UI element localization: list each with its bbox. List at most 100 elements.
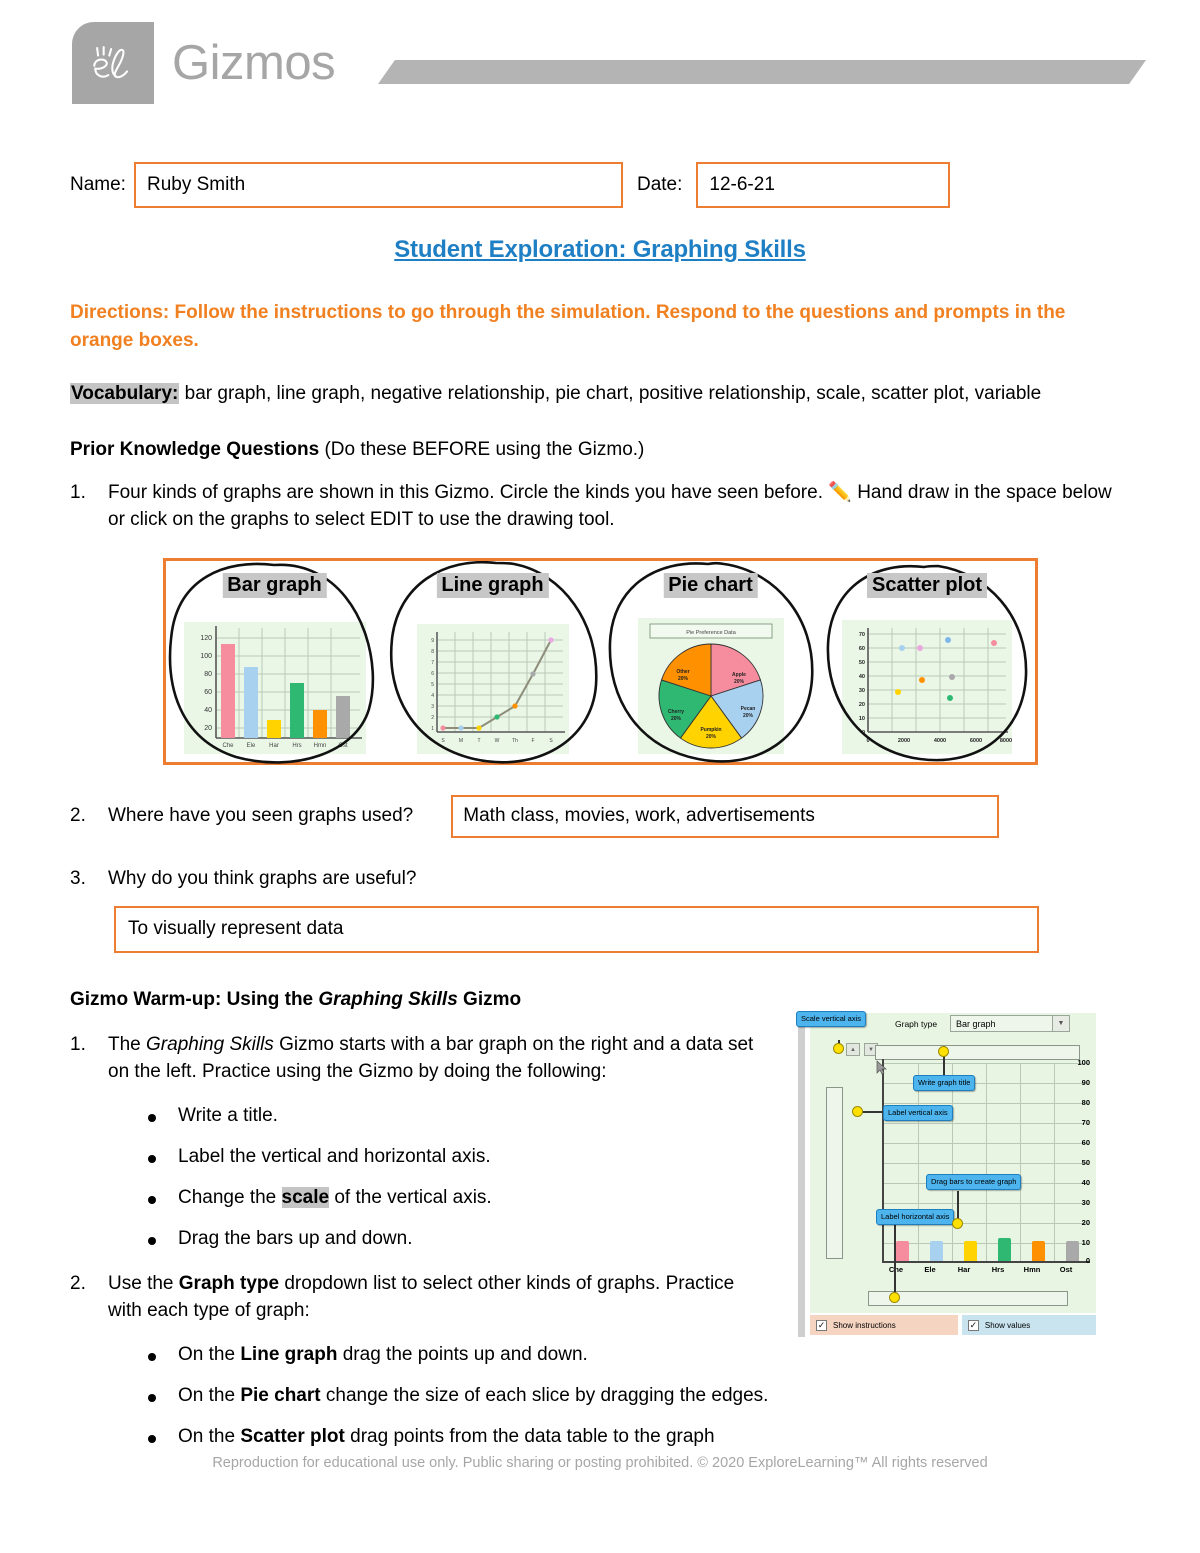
figure-cell-line-graph[interactable]: Line graph 987 654 3 2 1 S M T W Th F S: [384, 560, 602, 764]
bullet-text: On the Line graph drag the points up and…: [178, 1344, 588, 1366]
four-graphs-figure[interactable]: Bar graph 120 100 80 60 40 20 Che Ele Ha…: [162, 557, 1038, 765]
x-tick-label: Che: [888, 1265, 904, 1274]
svg-text:Hrs: Hrs: [292, 743, 301, 749]
svg-text:Pie Preference Data: Pie Preference Data: [686, 630, 736, 636]
svg-text:80: 80: [204, 671, 212, 678]
bullet-dot-icon: [148, 1434, 156, 1443]
warmup-heading-b: Gizmo: [457, 988, 522, 1010]
callout-write-graph-title[interactable]: Write graph title: [913, 1075, 976, 1091]
q1-number: 1.: [70, 481, 86, 503]
drag-handle-scale-vertical-axis[interactable]: [833, 1043, 844, 1054]
date-input[interactable]: 12-6-21: [696, 162, 951, 208]
warmup-2-text: Use the Graph type dropdown list to sele…: [108, 1270, 770, 1325]
prior-knowledge-list: 1. Four kinds of graphs are shown in thi…: [70, 480, 1130, 534]
svg-text:3: 3: [431, 704, 434, 710]
chart-bar[interactable]: [1066, 1241, 1079, 1261]
chart-bar[interactable]: [930, 1241, 943, 1261]
svg-text:20%: 20%: [705, 734, 716, 740]
bullet-text-bold: Scatter plot: [240, 1425, 345, 1447]
figure-label-pie-chart: Pie chart: [663, 572, 758, 598]
graph-type-dropdown[interactable]: Bar graph ▼: [950, 1015, 1070, 1032]
svg-text:Th: Th: [512, 738, 518, 744]
name-date-row: Name: Ruby Smith Date: 12-6-21: [70, 162, 1130, 208]
chevron-down-icon[interactable]: ▼: [1052, 1016, 1069, 1031]
header-banner-bar: [378, 60, 1146, 84]
show-values-checkbox[interactable]: ✓ Show values: [961, 1315, 1096, 1335]
bullet-text: Drag the bars up and down.: [178, 1228, 413, 1250]
q3-answer-input[interactable]: To visually represent data: [114, 905, 1039, 953]
vertical-axis-label-input[interactable]: [826, 1087, 843, 1259]
triangle-up-icon: ▲: [850, 1046, 856, 1053]
figure-label-scatter-plot: Scatter plot: [866, 572, 988, 598]
callout-scale-vertical-axis[interactable]: Scale vertical axis: [796, 1011, 867, 1027]
graph-type-value: Bar graph: [956, 1018, 996, 1029]
figure-cell-scatter-plot[interactable]: Scatter plot 70 60 50 40 30 20 10 0 0 20…: [820, 561, 1035, 762]
warmup-heading: Gizmo Warm-up: Using the Graphing Skills…: [70, 989, 770, 1011]
chart-bar[interactable]: [896, 1241, 909, 1261]
warmup-2-bullets: On the Line graph drag the points up and…: [70, 1344, 770, 1448]
svg-text:Cherry: Cherry: [667, 709, 683, 715]
svg-text:40: 40: [204, 707, 212, 714]
svg-text:2: 2: [431, 715, 434, 721]
bullet-text-highlight: scale: [281, 1186, 330, 1208]
figure-cell-bar-graph[interactable]: Bar graph 120 100 80 60 40 20 Che Ele Ha…: [166, 561, 384, 764]
svg-text:6000: 6000: [970, 738, 982, 744]
callout-label-horizontal-axis[interactable]: Label horizontal axis: [876, 1209, 955, 1225]
gizmo-screenshot[interactable]: Graph type Bar graph ▼ ▲ ▼ 100 90 80 70 …: [790, 1011, 1096, 1343]
svg-text:5: 5: [431, 682, 434, 688]
question-2-row: 2. Where have you seen graphs used? Math…: [70, 794, 1130, 838]
chart-bar[interactable]: [964, 1241, 977, 1261]
graph-title-input[interactable]: [875, 1045, 1080, 1060]
chart-bar[interactable]: [998, 1238, 1011, 1261]
drag-handle-vertical-axis-label[interactable]: [852, 1106, 863, 1117]
mini-line-chart: 987 654 321 SMT W Th F S: [416, 623, 569, 754]
svg-text:2000: 2000: [898, 738, 910, 744]
gizmo-bar-chart[interactable]: 100 90 80 70 60 50 40 30 20 10 0 Che Ele…: [854, 1058, 1090, 1279]
bullet-dot-icon: [148, 1195, 156, 1204]
checkmark-icon: ✓: [816, 1319, 827, 1331]
name-label: Name:: [70, 174, 126, 195]
svg-text:Pecan: Pecan: [740, 706, 755, 712]
bullet-text-bold: Line graph: [240, 1343, 338, 1365]
bullet-text-bold: Pie chart: [240, 1384, 321, 1406]
bullet-text-a: Write a title.: [178, 1104, 278, 1126]
svg-text:7: 7: [431, 660, 434, 666]
gizmo-canvas[interactable]: Graph type Bar graph ▼ ▲ ▼ 100 90 80 70 …: [796, 1011, 1096, 1313]
callout-drag-bars[interactable]: Drag bars to create graph: [926, 1174, 1022, 1190]
q2-answer-input[interactable]: Math class, movies, work, advertisements: [451, 794, 1000, 838]
svg-text:20%: 20%: [677, 676, 688, 682]
directions-text: Directions: Follow the instructions to g…: [70, 302, 1066, 351]
gizmos-logo-tile: [72, 22, 154, 104]
svg-text:8000: 8000: [1000, 738, 1012, 744]
show-instructions-checkbox[interactable]: ✓ Show instructions: [810, 1315, 958, 1335]
svg-text:120: 120: [200, 635, 212, 642]
bullet-text-a: Label the vertical and horizontal axis.: [178, 1145, 491, 1167]
drag-handle-graph-title[interactable]: [938, 1046, 949, 1057]
gizmo-scrollbar[interactable]: [798, 1021, 805, 1337]
drag-handle-horizontal-axis-label[interactable]: [889, 1292, 900, 1303]
q1-text: Four kinds of graphs are shown in this G…: [108, 480, 1130, 534]
callout-leader: [894, 1221, 896, 1295]
mini-pie-chart: Pie Preference Data Apple20% Pecan20% Pu…: [637, 617, 784, 754]
chart-horizontal-axis: [882, 1261, 1090, 1263]
svg-text:4: 4: [431, 693, 434, 699]
svg-text:60: 60: [859, 646, 865, 652]
bullet-text-b: drag the points up and down.: [337, 1343, 588, 1365]
q3-number: 3.: [70, 867, 86, 889]
mini-scatter-chart: 706050 403020 100 0 2000 4000 6000 8000: [842, 619, 1012, 754]
x-tick-label: Ele: [924, 1265, 936, 1274]
warmup-item-2: 2. Use the Graph type dropdown list to s…: [70, 1270, 770, 1325]
bullet-text-b: change the size of each slice by draggin…: [320, 1384, 769, 1406]
svg-text:Che: Che: [222, 743, 234, 749]
chart-bar[interactable]: [1032, 1241, 1045, 1261]
drag-handle-bar[interactable]: [952, 1218, 963, 1229]
gizmos-el-logo-icon: [93, 46, 129, 79]
callout-label-vertical-axis[interactable]: Label vertical axis: [883, 1105, 953, 1121]
name-input[interactable]: Ruby Smith: [133, 162, 623, 208]
list-item: On the Pie chart change the size of each…: [70, 1385, 770, 1407]
bullet-dot-icon: [148, 1236, 156, 1245]
scale-increase-button[interactable]: ▲: [846, 1043, 860, 1056]
figure-cell-pie-chart[interactable]: Pie chart Pie Preference Data Apple20%: [602, 561, 820, 763]
figure-label-bar-graph: Bar graph: [222, 572, 327, 598]
bullet-text-a: On the: [178, 1343, 241, 1365]
